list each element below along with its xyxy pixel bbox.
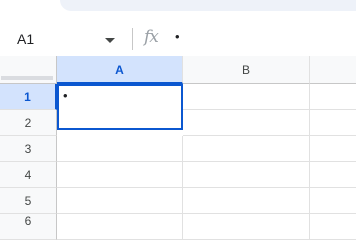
row-header-6[interactable]: 6 — [0, 214, 57, 240]
corner-handle — [1, 76, 53, 80]
row-header-2[interactable]: 2 — [0, 110, 57, 136]
toolbar-edge — [60, 0, 356, 11]
cell-c5[interactable] — [310, 188, 356, 214]
cell-c4[interactable] — [310, 162, 356, 188]
row-header-4[interactable]: 4 — [0, 162, 57, 188]
formula-input[interactable]: • — [175, 29, 180, 44]
cell-b5[interactable] — [183, 188, 310, 214]
column-header-b[interactable]: B — [183, 56, 310, 84]
cell-a1-value: • — [63, 88, 68, 103]
cell-c1[interactable] — [310, 84, 356, 110]
cell-a5[interactable] — [57, 188, 183, 214]
cell-b4[interactable] — [183, 162, 310, 188]
name-box[interactable]: A1 — [0, 25, 126, 53]
active-cell-a1[interactable]: • — [57, 84, 183, 130]
formula-bar-divider — [132, 28, 133, 50]
row-header-1[interactable]: 1 — [0, 84, 57, 110]
name-box-cell-ref: A1 — [17, 31, 35, 47]
select-all-corner[interactable] — [0, 56, 57, 84]
cell-b3[interactable] — [183, 136, 310, 162]
cell-a3[interactable] — [57, 136, 183, 162]
cell-b6[interactable] — [183, 214, 310, 240]
top-strip — [0, 0, 356, 21]
column-header-a[interactable]: A — [57, 56, 183, 84]
cell-a4[interactable] — [57, 162, 183, 188]
cell-b2[interactable] — [183, 110, 310, 136]
cell-c6[interactable] — [310, 214, 356, 240]
column-header-c[interactable] — [310, 56, 356, 84]
spreadsheet-grid: A B 1 2 3 4 5 6 • — [0, 56, 356, 240]
row-header-5[interactable]: 5 — [0, 188, 57, 214]
cell-c2[interactable] — [310, 110, 356, 136]
cell-a6[interactable] — [57, 214, 183, 240]
cell-b1[interactable] — [183, 84, 310, 110]
formula-bar: A1 fx • — [0, 21, 356, 56]
row-header-3[interactable]: 3 — [0, 136, 57, 162]
fx-icon: fx — [144, 27, 159, 47]
cell-c3[interactable] — [310, 136, 356, 162]
chevron-down-icon[interactable] — [105, 38, 115, 43]
